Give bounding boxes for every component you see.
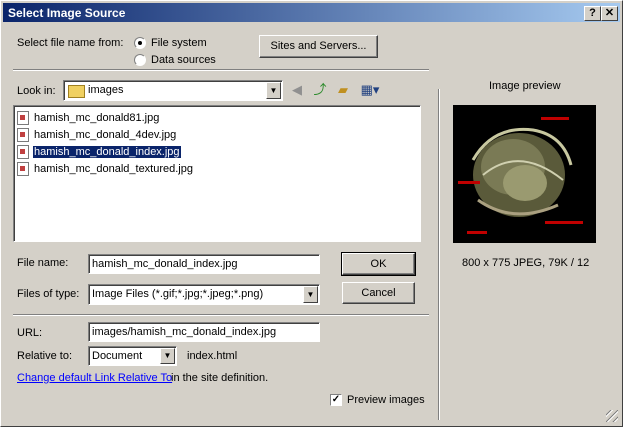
up-folder-icon[interactable]: ⤴: [311, 81, 329, 99]
relative-label: Relative to:: [17, 350, 73, 362]
separator: [13, 69, 429, 71]
cancel-button[interactable]: Cancel: [342, 282, 415, 304]
url-input[interactable]: images/hamish_mc_donald_index.jpg: [88, 322, 320, 342]
relative-dropdown-button[interactable]: ▼: [160, 348, 175, 364]
radio-data-sources[interactable]: [134, 54, 146, 66]
radio-file-system-label[interactable]: File system: [151, 37, 207, 49]
file-item[interactable]: hamish_mc_donald81.jpg: [17, 110, 160, 126]
file-item[interactable]: hamish_mc_donald_4dev.jpg: [17, 127, 177, 143]
close-button[interactable]: ✕: [601, 6, 618, 21]
lookin-folder-name: images: [88, 84, 124, 96]
link-note-text: in the site definition.: [171, 372, 269, 384]
preview-image: [453, 105, 596, 243]
help-button[interactable]: ?: [584, 6, 601, 21]
change-link-relative-link[interactable]: Change default Link Relative To: [17, 372, 172, 384]
image-file-icon: [17, 128, 29, 143]
window-title: Select Image Source: [8, 6, 126, 20]
title-bar[interactable]: Select Image Source ? ✕: [3, 3, 620, 22]
new-folder-icon[interactable]: ▰: [334, 81, 352, 99]
filetype-dropdown-button[interactable]: ▼: [303, 286, 318, 303]
lookin-select[interactable]: images: [63, 80, 283, 101]
filename-input[interactable]: hamish_mc_donald_index.jpg: [88, 254, 320, 274]
preview-images-label[interactable]: Preview images: [347, 394, 425, 406]
image-file-icon: [17, 145, 29, 160]
ok-button[interactable]: OK: [341, 252, 416, 276]
preview-title: Image preview: [489, 80, 561, 92]
view-menu-icon[interactable]: ▦▾: [358, 81, 382, 99]
preview-graphic: [458, 117, 583, 234]
dialog-window: Select Image Source ? ✕ Select file name…: [0, 0, 623, 427]
image-file-icon: [17, 162, 29, 177]
preview-info: 800 x 775 JPEG, 79K / 12: [462, 257, 590, 269]
sites-and-servers-button[interactable]: Sites and Servers...: [259, 35, 378, 58]
preview-images-checkbox[interactable]: ✓: [330, 394, 342, 406]
vertical-separator: [438, 89, 440, 420]
filetype-select[interactable]: Image Files (*.gif;*.jpg;*.jpeg;*.png): [88, 284, 320, 305]
relative-document-name: index.html: [187, 350, 238, 362]
filename-label: File name:: [17, 257, 69, 269]
radio-data-sources-label[interactable]: Data sources: [151, 54, 216, 66]
filetype-label: Files of type:: [17, 288, 80, 300]
back-icon[interactable]: ◀: [288, 81, 306, 99]
file-item-selected[interactable]: hamish_mc_donald_index.jpg: [17, 144, 182, 160]
url-label: URL:: [17, 327, 43, 339]
lookin-dropdown-button[interactable]: ▼: [266, 82, 281, 99]
separator: [13, 314, 429, 316]
lookin-label: Look in:: [17, 85, 56, 97]
file-item[interactable]: hamish_mc_donald_textured.jpg: [17, 161, 194, 177]
source-label: Select file name from:: [17, 37, 124, 49]
image-file-icon: [17, 111, 29, 126]
radio-file-system[interactable]: [134, 37, 146, 49]
folder-icon: [68, 85, 85, 98]
resize-grip-icon[interactable]: [606, 410, 618, 422]
file-list[interactable]: hamish_mc_donald81.jpg hamish_mc_donald_…: [13, 105, 421, 242]
radio-dot: [138, 41, 142, 45]
